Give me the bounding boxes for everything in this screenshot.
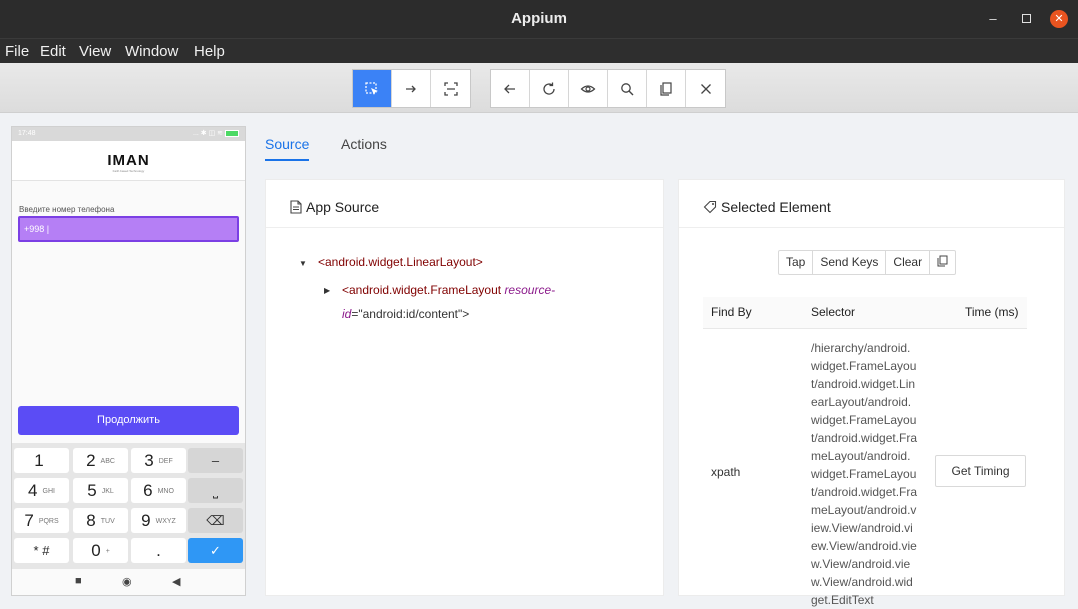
backspace-icon: ⌫ bbox=[206, 513, 225, 528]
quit-session-button[interactable] bbox=[686, 70, 725, 107]
copy-icon bbox=[937, 255, 948, 267]
show-hide-button[interactable] bbox=[569, 70, 608, 107]
selected-element-title: Selected Element bbox=[721, 199, 831, 215]
copy-xml-icon bbox=[660, 81, 672, 96]
clear-button[interactable]: Clear bbox=[886, 251, 931, 274]
logo-subtitle: Faith based Technology bbox=[112, 169, 145, 173]
back-nav-icon[interactable]: ◀ bbox=[172, 575, 180, 588]
tree-node-framelayout[interactable]: <android.widget.FrameLayout resource- id… bbox=[342, 278, 572, 326]
swipe-button[interactable] bbox=[392, 70, 431, 107]
key-5[interactable]: 5 JKL bbox=[73, 478, 128, 503]
home-icon[interactable]: ◉ bbox=[122, 575, 132, 588]
find-by-value: xpath bbox=[711, 465, 741, 479]
key-space[interactable]: ⎵ bbox=[188, 478, 243, 503]
expand-caret-icon[interactable]: ▶ bbox=[324, 286, 330, 295]
key-6[interactable]: 6 MNO bbox=[131, 478, 186, 503]
copy-attributes-button[interactable] bbox=[930, 251, 955, 274]
menu-edit[interactable]: Edit bbox=[40, 43, 66, 60]
maximize-icon bbox=[1021, 14, 1031, 23]
tap-button[interactable]: Tap bbox=[779, 251, 814, 274]
toolbar-mode-group bbox=[352, 69, 471, 108]
selected-element-panel: Selected Element Tap Send Keys Clear Fin… bbox=[678, 179, 1065, 607]
numeric-keypad: 1 2 ABC 3 DEF – 4 GHI 5 JKL 6 MNO ⎵ 7 PQRS 8 TU… bbox=[12, 443, 245, 569]
back-icon bbox=[504, 84, 515, 93]
phone-nav-bar: ■ ◉ ◀ bbox=[12, 569, 245, 595]
iman-logo: IMAN bbox=[107, 152, 150, 169]
get-timing-button[interactable]: Get Timing bbox=[935, 455, 1026, 487]
maximize-button[interactable] bbox=[1017, 10, 1035, 28]
table-header: Find By Selector Time (ms) bbox=[703, 297, 1027, 329]
collapse-caret-icon[interactable]: ▼ bbox=[299, 259, 307, 268]
key-minus[interactable]: – bbox=[188, 448, 243, 473]
send-keys-button[interactable]: Send Keys bbox=[813, 251, 887, 274]
key-4[interactable]: 4 GHI bbox=[14, 478, 69, 503]
key-7[interactable]: 7 PQRS bbox=[14, 508, 69, 533]
copy-xml-button[interactable] bbox=[647, 70, 686, 107]
tab-actions[interactable]: Actions bbox=[341, 136, 387, 152]
app-header: IMAN Faith based Technology bbox=[12, 141, 245, 181]
swipe-icon bbox=[406, 85, 416, 92]
tag-icon bbox=[703, 200, 717, 214]
search-icon bbox=[621, 82, 634, 95]
quit-session-icon bbox=[700, 83, 711, 94]
xpath-selector[interactable]: /hierarchy/android. widget.FrameLayou t/… bbox=[811, 339, 923, 609]
select-element-icon bbox=[365, 81, 378, 95]
menu-window[interactable]: Window bbox=[125, 43, 178, 60]
back-button[interactable] bbox=[491, 70, 530, 107]
menu-file[interactable]: File bbox=[5, 43, 29, 60]
column-selector: Selector bbox=[811, 305, 856, 319]
continue-button[interactable]: Продолжить bbox=[18, 406, 239, 435]
device-screenshot[interactable]: 17:48 ... ✱ ◫ ≋ IMAN Faith based Technol… bbox=[11, 126, 246, 596]
column-find-by: Find By bbox=[711, 305, 752, 319]
key-3[interactable]: 3 DEF bbox=[131, 448, 186, 473]
window-title: Appium bbox=[511, 10, 567, 27]
key-star-hash[interactable]: * # bbox=[14, 538, 69, 563]
battery-icon bbox=[225, 129, 239, 137]
key-0[interactable]: 0 + bbox=[73, 538, 128, 563]
key-8[interactable]: 8 TUV bbox=[73, 508, 128, 533]
active-tab-indicator bbox=[265, 159, 309, 161]
file-icon bbox=[290, 200, 302, 214]
close-button[interactable]: ✕ bbox=[1050, 10, 1068, 28]
app-source-panel: App Source ▼ <android.widget.LinearLayou… bbox=[265, 179, 664, 596]
phone-number-input[interactable]: +998 | bbox=[18, 216, 239, 242]
key-1[interactable]: 1 bbox=[14, 448, 69, 473]
phone-time: 17:48 bbox=[18, 130, 36, 137]
refresh-button[interactable] bbox=[530, 70, 569, 107]
app-source-header: App Source bbox=[266, 180, 663, 228]
tree-node-linearlayout[interactable]: <android.widget.LinearLayout> bbox=[318, 250, 483, 274]
phone-status-bar: 17:48 ... ✱ ◫ ≋ bbox=[12, 127, 245, 141]
refresh-icon bbox=[543, 82, 555, 95]
recent-apps-icon[interactable]: ■ bbox=[75, 575, 82, 587]
key-2[interactable]: 2 ABC bbox=[73, 448, 128, 473]
show-hide-icon bbox=[580, 84, 596, 93]
phone-status-icons: ... ✱ ◫ ≋ bbox=[193, 129, 239, 137]
search-button[interactable] bbox=[608, 70, 647, 107]
title-bar: Appium – ✕ bbox=[0, 0, 1078, 38]
column-time: Time (ms) bbox=[965, 305, 1019, 319]
toolbar bbox=[0, 63, 1078, 113]
space-icon: ⎵ bbox=[212, 483, 219, 498]
tap-by-coordinates-button[interactable] bbox=[431, 70, 470, 107]
key-done[interactable]: ✓ bbox=[188, 538, 243, 563]
tab-source[interactable]: Source bbox=[265, 136, 309, 152]
app-source-title: App Source bbox=[306, 199, 380, 215]
menu-bar: File Edit View Window Help bbox=[0, 38, 1078, 63]
minimize-button[interactable]: – bbox=[984, 10, 1002, 28]
tap-by-coordinates-icon bbox=[443, 81, 458, 96]
selected-element-header: Selected Element bbox=[679, 180, 1064, 228]
key-backspace[interactable]: ⌫ bbox=[188, 508, 243, 533]
menu-view[interactable]: View bbox=[79, 43, 111, 60]
menu-help[interactable]: Help bbox=[194, 43, 225, 60]
toolbar-session-group bbox=[490, 69, 726, 108]
phone-number-label: Введите номер телефона bbox=[19, 205, 115, 214]
key-9[interactable]: 9 WXYZ bbox=[131, 508, 186, 533]
select-element-button[interactable] bbox=[353, 70, 392, 107]
check-icon: ✓ bbox=[210, 543, 221, 558]
key-dot[interactable]: . bbox=[131, 538, 186, 563]
element-actions: Tap Send Keys Clear bbox=[778, 250, 957, 275]
